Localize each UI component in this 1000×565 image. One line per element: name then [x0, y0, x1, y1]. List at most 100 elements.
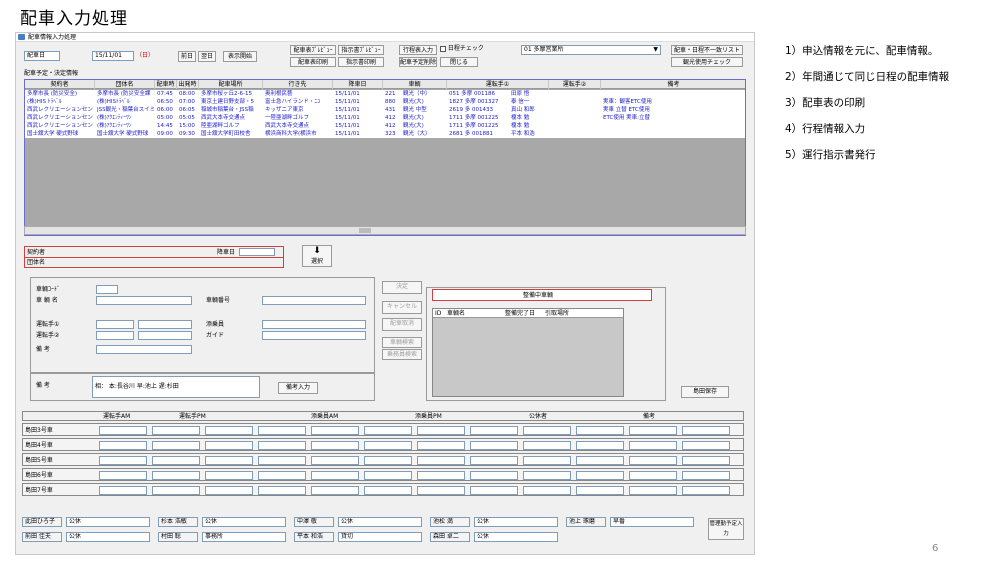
shift-input[interactable]: [470, 426, 518, 435]
maintenance-list[interactable]: ID 車輌名 整備完了日 引取場所: [432, 308, 624, 397]
shift-input[interactable]: [470, 486, 518, 495]
staff-status-input[interactable]: 貸切: [338, 532, 422, 542]
table-row[interactable]: 国士舘大学 硬式野球 国士舘大学 硬式野球 09:00 09:30 国士舘大学町田校舎 横…: [25, 130, 745, 138]
mismatch-list-button[interactable]: 配車・日程不一致リスト: [671, 45, 743, 55]
shift-input[interactable]: [682, 426, 730, 435]
shift-input[interactable]: [523, 471, 571, 480]
shift-input[interactable]: [682, 471, 730, 480]
shift-input[interactable]: [99, 456, 147, 465]
shift-input[interactable]: [417, 456, 465, 465]
tour-check-button[interactable]: 観光使用チェック: [671, 57, 743, 67]
close-button[interactable]: 閉じる: [440, 57, 478, 67]
horizontal-scrollbar[interactable]: [24, 226, 746, 235]
shift-input[interactable]: [99, 441, 147, 450]
shift-input[interactable]: [629, 456, 677, 465]
guide-input[interactable]: [262, 331, 366, 340]
shift-input[interactable]: [258, 456, 306, 465]
release-button[interactable]: 配車取消: [382, 318, 422, 331]
shift-input[interactable]: [311, 456, 359, 465]
shift-input[interactable]: [417, 426, 465, 435]
shift-input[interactable]: [576, 456, 624, 465]
staff-status-input[interactable]: 公休: [474, 532, 558, 542]
grid-header-cell[interactable]: 契約者: [25, 80, 95, 89]
itinerary-button[interactable]: 行程表入力: [399, 45, 437, 55]
grid-header-cell[interactable]: 車輌: [383, 80, 447, 89]
staff-status-input[interactable]: 早番: [610, 517, 694, 527]
shift-input[interactable]: [629, 471, 677, 480]
shift-input[interactable]: [311, 426, 359, 435]
cancel-button[interactable]: キャンセル: [382, 301, 422, 314]
shift-input[interactable]: [205, 471, 253, 480]
shift-input[interactable]: [470, 456, 518, 465]
show-button[interactable]: 表示開始: [223, 51, 257, 62]
select-button[interactable]: ⬇ 選択: [302, 245, 332, 267]
shift-input[interactable]: [152, 426, 200, 435]
shift-input[interactable]: [311, 441, 359, 450]
grid-header-cell[interactable]: 配車場所: [199, 80, 263, 89]
next-day-button[interactable]: 翌日: [198, 51, 216, 62]
shift-input[interactable]: [629, 426, 677, 435]
shift-input[interactable]: [311, 471, 359, 480]
checkbox-icon[interactable]: [440, 45, 446, 52]
table-row[interactable]: 西武レクリエーションセン (株)ｱｸｴﾝﾃｨｰﾜﾝ 05:00 05:05 西武大本寺交…: [25, 114, 745, 122]
schedule-input-button[interactable]: 管理勤予定入力: [708, 518, 744, 540]
driver1-name-input[interactable]: [138, 320, 192, 329]
staff-status-input[interactable]: 公休: [338, 517, 422, 527]
shift-input[interactable]: [364, 456, 412, 465]
shift-input[interactable]: [205, 441, 253, 450]
shift-input[interactable]: [364, 471, 412, 480]
shift-input[interactable]: [682, 486, 730, 495]
scroll-thumb[interactable]: [359, 228, 371, 233]
remarks-input[interactable]: [96, 345, 192, 354]
shift-input[interactable]: [682, 456, 730, 465]
shift-input[interactable]: [152, 441, 200, 450]
driver2-name-input[interactable]: [138, 331, 192, 340]
grid-header-cell[interactable]: 運転手②: [549, 80, 601, 89]
shift-input[interactable]: [364, 441, 412, 450]
grid-header-cell[interactable]: 配車時刻: [155, 80, 177, 89]
shift-input[interactable]: [576, 471, 624, 480]
shift-input[interactable]: [576, 486, 624, 495]
staff-status-input[interactable]: 公休: [202, 517, 286, 527]
shift-input[interactable]: [523, 441, 571, 450]
grid-header-cell[interactable]: 備考: [601, 80, 745, 89]
shift-input[interactable]: [205, 456, 253, 465]
staff-status-input[interactable]: 公休: [66, 532, 150, 542]
grid-header-cell[interactable]: 降車日: [333, 80, 383, 89]
decide-button[interactable]: 決定: [382, 281, 422, 294]
shift-input[interactable]: [258, 486, 306, 495]
grid-header-cell[interactable]: 行き先: [263, 80, 333, 89]
shift-input[interactable]: [629, 486, 677, 495]
shift-input[interactable]: [523, 426, 571, 435]
shift-input[interactable]: [576, 441, 624, 450]
shift-input[interactable]: [205, 426, 253, 435]
driver1-code-input[interactable]: [96, 320, 134, 329]
crew-search-button[interactable]: 乗務員検索: [382, 349, 422, 360]
grid-header-cell[interactable]: 出発時刻: [177, 80, 199, 89]
staff-status-input[interactable]: 事務所: [202, 532, 286, 542]
shift-input[interactable]: [364, 486, 412, 495]
shift-input[interactable]: [629, 441, 677, 450]
vehicle-no-input[interactable]: [262, 296, 366, 305]
shift-input[interactable]: [152, 471, 200, 480]
date-input[interactable]: 15/11/01: [92, 51, 134, 61]
shift-input[interactable]: [470, 471, 518, 480]
vehicle-search-button[interactable]: 車輌検索: [382, 337, 422, 348]
print-button[interactable]: 配車表印刷: [290, 57, 336, 67]
preview-button[interactable]: 配車表ﾌﾟﾚﾋﾞｭｰ: [290, 45, 336, 55]
table-row[interactable]: 西武レクリエーションセン JSS観光・稲葉台スイミ 06:00 06:05 稲城市稲葉台…: [25, 106, 745, 114]
staff-status-input[interactable]: 公休: [474, 517, 558, 527]
shift-input[interactable]: [205, 486, 253, 495]
driver2-code-input[interactable]: [96, 331, 134, 340]
shift-input[interactable]: [417, 471, 465, 480]
shift-input[interactable]: [470, 441, 518, 450]
shift-input[interactable]: [364, 426, 412, 435]
prev-day-button[interactable]: 前日: [178, 51, 196, 62]
shift-input[interactable]: [576, 426, 624, 435]
remarks2-input[interactable]: 相： 本:長谷川 早:池上 遅:杉田: [92, 376, 260, 398]
shift-input[interactable]: [417, 441, 465, 450]
save-button[interactable]: 島田保存: [681, 386, 729, 398]
instruction-preview-button[interactable]: 指示書ﾌﾟﾚﾋﾞｭｰ: [338, 45, 384, 55]
shift-input[interactable]: [99, 486, 147, 495]
shift-input[interactable]: [258, 426, 306, 435]
